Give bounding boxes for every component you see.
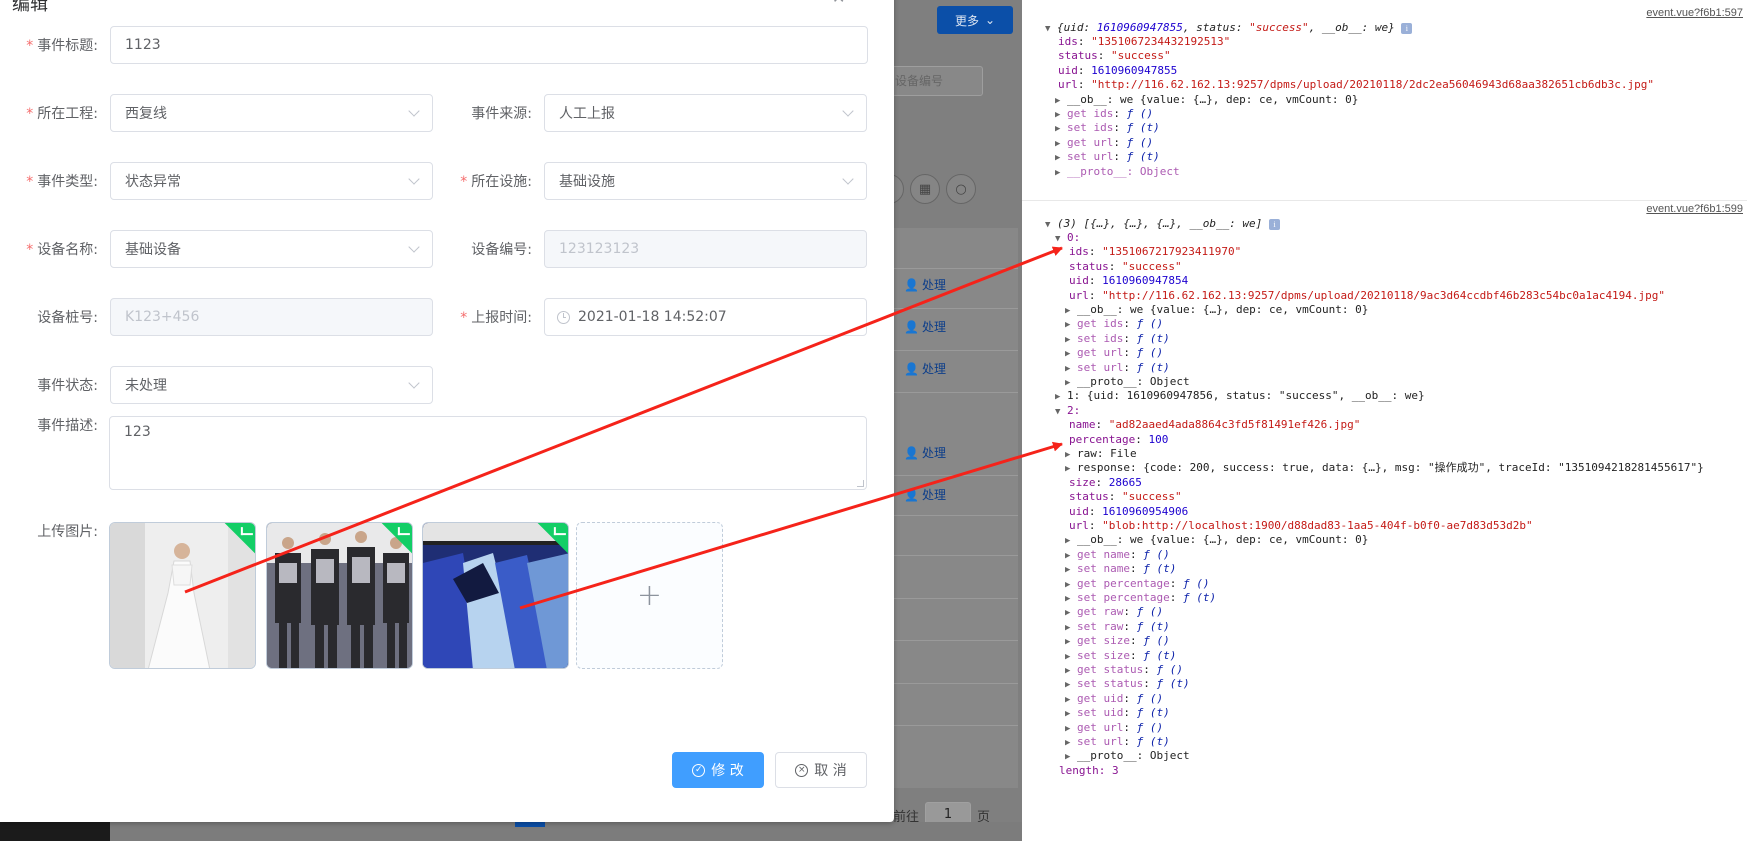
annotation-arrows [184,246,1063,610]
annotation-arrow-2 [519,441,1063,610]
screenshot-root: 更多 ⌄ 设备编号 ▦ ○ 👤 处理 👤 处理 👤 处理 👤 处理 👤 处理 前往 1 页 编辑… [0,0,1747,841]
annotation-arrow-1 [184,246,1063,594]
